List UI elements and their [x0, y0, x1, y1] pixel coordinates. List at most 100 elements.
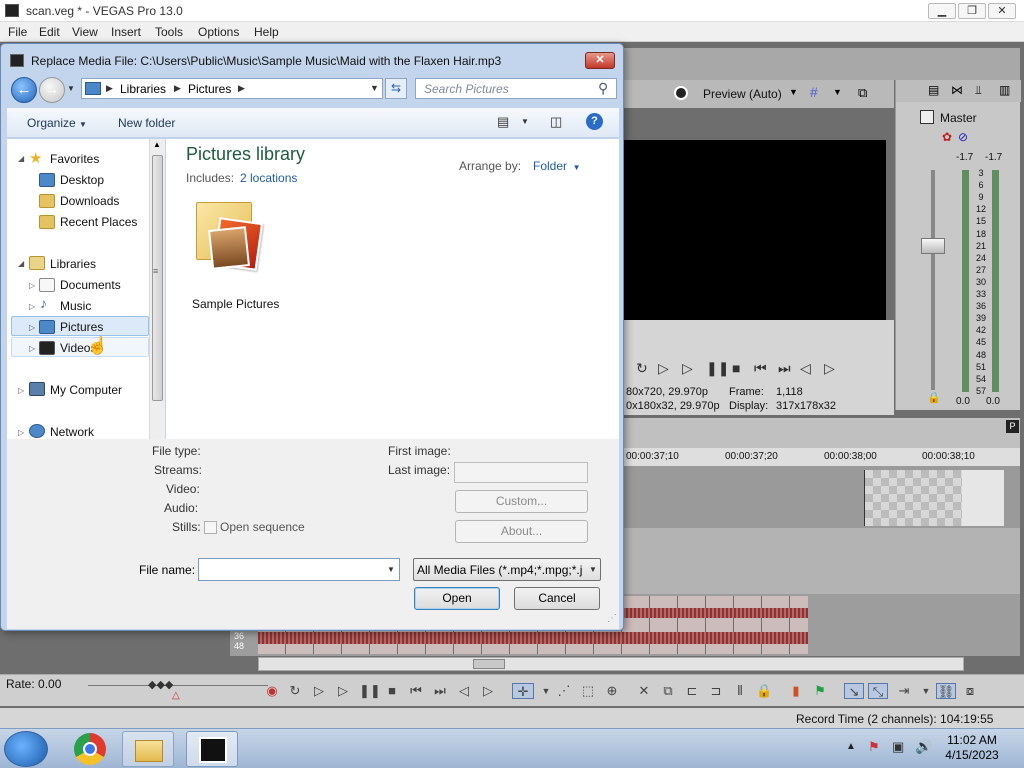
play-from-start-icon[interactable]: ▷ — [311, 683, 327, 699]
scroll-thumb[interactable] — [473, 659, 505, 669]
scroll-up-icon[interactable]: ▲ — [153, 140, 161, 149]
minimize-button[interactable]: ▁ — [928, 3, 956, 19]
snapping-icon[interactable]: ↘ — [844, 683, 864, 699]
breadcrumb-pictures[interactable]: Pictures — [188, 82, 231, 96]
stop-icon[interactable]: ■ — [384, 683, 400, 699]
nav-pictures[interactable]: Pictures — [60, 320, 103, 334]
file-type-filter-dropdown[interactable]: All Media Files (*.mp4;*.mpg;*.j ▼ — [413, 558, 601, 581]
last-image-field[interactable] — [454, 462, 588, 483]
lock-envelopes-icon[interactable]: ⛓ — [936, 683, 956, 699]
nav-my-computer[interactable]: My Computer — [50, 383, 122, 397]
menu-edit[interactable]: Edit — [39, 25, 60, 39]
organize-button[interactable]: Organize ▼ — [27, 116, 87, 130]
prev-frame-icon[interactable]: ⏮ — [754, 360, 767, 377]
auto-ripple-icon[interactable]: ⇥ — [896, 683, 912, 699]
loop-playback-icon[interactable]: ↻ — [287, 683, 303, 699]
address-history-dropdown[interactable]: ▼ — [370, 83, 379, 93]
chevron-down-icon[interactable]: ▼ — [918, 683, 934, 699]
sample-pictures-folder[interactable]: Sample Pictures — [186, 194, 282, 314]
new-folder-button[interactable]: New folder — [118, 116, 175, 130]
back-button[interactable]: ← — [11, 77, 37, 103]
expand-arrow-icon[interactable]: ◢ — [18, 259, 24, 268]
collapsed-arrow-icon[interactable]: ▷ — [18, 386, 24, 395]
mute-icon[interactable]: ⊘ — [958, 130, 968, 144]
play-icon[interactable]: ▷ — [335, 683, 351, 699]
open-button[interactable]: Open — [414, 587, 500, 610]
action-center-icon[interactable]: ⚑ — [868, 739, 880, 755]
refresh-button[interactable]: ⇆ — [385, 78, 407, 99]
go-to-end-icon[interactable]: ⏭ — [432, 683, 448, 699]
trim-end-icon[interactable]: ⊐ — [708, 683, 724, 699]
trim-icon[interactable]: ⧉ — [660, 683, 676, 699]
stop-icon[interactable]: ■ — [732, 360, 740, 376]
collapsed-arrow-icon[interactable]: ▷ — [29, 281, 35, 290]
preview-quality-dropdown[interactable]: Preview (Auto) — [703, 87, 782, 101]
start-button[interactable] — [4, 731, 48, 767]
nav-scrollbar[interactable]: ▲ ≡ — [149, 139, 165, 479]
next-frame-icon[interactable]: ▷ — [480, 683, 496, 699]
menu-file[interactable]: File — [8, 25, 27, 39]
loop-icon[interactable]: ↻ — [636, 360, 648, 377]
fast-forward-icon[interactable]: ▷ — [824, 360, 835, 377]
maximize-button[interactable]: ❐ — [958, 3, 986, 19]
selection-tool-icon[interactable]: ⬚ — [580, 683, 596, 699]
nav-favorites[interactable]: Favorites — [50, 152, 99, 166]
copy-snapshot-icon[interactable]: ⧉ — [858, 85, 867, 101]
resize-grip-icon[interactable]: ⋰ — [607, 613, 617, 624]
vegas-taskbar-icon[interactable] — [186, 731, 238, 767]
play-icon[interactable]: ▷ — [682, 360, 693, 377]
rewind-icon[interactable]: ◁ — [800, 360, 811, 377]
custom-button[interactable]: Custom... — [455, 490, 588, 513]
forward-button[interactable]: → — [39, 77, 65, 103]
change-view-icon[interactable]: ▤ — [497, 114, 509, 130]
pause-icon[interactable]: ❚❚ — [359, 683, 381, 699]
menu-view[interactable]: View — [72, 25, 98, 39]
video-event-clip[interactable] — [864, 470, 962, 526]
mixer-option-icon[interactable]: ▥ — [999, 83, 1010, 97]
chevron-down-icon[interactable]: ▼ — [521, 117, 529, 126]
volume-icon[interactable]: 🔊 — [915, 738, 932, 755]
collapsed-arrow-icon[interactable]: ▷ — [29, 302, 35, 311]
cancel-button[interactable]: Cancel — [514, 587, 600, 610]
arrange-by-dropdown[interactable]: Folder ▼ — [533, 159, 581, 173]
breadcrumb-libraries[interactable]: Libraries — [120, 82, 166, 96]
menu-tools[interactable]: Tools — [155, 25, 183, 39]
about-button[interactable]: About... — [455, 520, 588, 543]
mixer-option-icon[interactable]: ▤ — [928, 83, 939, 97]
menu-help[interactable]: Help — [254, 25, 279, 39]
nav-network[interactable]: Network — [50, 425, 94, 439]
nav-music[interactable]: Music — [60, 299, 91, 313]
marker-icon[interactable]: ▮ — [788, 683, 804, 699]
zoom-tool-icon[interactable]: ⊕ — [604, 683, 620, 699]
normal-edit-tool-icon[interactable]: ✛ — [512, 683, 534, 699]
search-icon[interactable]: ⚲ — [598, 80, 608, 97]
open-sequence-label[interactable]: Open sequence — [220, 520, 305, 534]
preview-pane-icon[interactable]: ◫ — [550, 114, 562, 130]
chrome-icon[interactable] — [64, 731, 116, 767]
next-frame-icon[interactable]: ⏭ — [778, 360, 791, 377]
address-bar[interactable]: ▶ Libraries ▶ Pictures ▶ ▼ — [81, 78, 383, 99]
network-status-icon[interactable]: ▣ — [892, 739, 904, 755]
preview-quality-icon[interactable] — [674, 86, 688, 100]
collapsed-arrow-icon[interactable]: ▷ — [29, 344, 35, 353]
chevron-down-icon[interactable]: ▼ — [387, 565, 395, 574]
chevron-down-icon[interactable]: ▼ — [789, 87, 798, 97]
lock-event-icon[interactable]: 🔒 — [756, 683, 772, 699]
open-sequence-checkbox[interactable] — [204, 521, 217, 534]
nav-downloads[interactable]: Downloads — [60, 194, 119, 208]
expand-arrow-icon[interactable]: ◢ — [18, 154, 24, 163]
go-to-start-icon[interactable]: ⏮ — [408, 683, 424, 699]
mixer-option-icon[interactable]: ⋈ — [951, 83, 963, 97]
includes-locations-link[interactable]: 2 locations — [240, 171, 297, 185]
file-explorer-icon[interactable] — [122, 731, 174, 767]
auto-crossfade-icon[interactable]: ⤡ — [868, 683, 888, 699]
horizontal-scrollbar[interactable] — [258, 657, 964, 671]
recent-locations-icon[interactable]: ▼ — [67, 84, 75, 93]
rate-slider-handle[interactable]: ◆◆◆ — [148, 678, 173, 691]
show-hidden-icons[interactable]: ▲ — [846, 741, 856, 752]
collapsed-arrow-icon[interactable]: ▷ — [29, 323, 35, 332]
help-icon[interactable]: ? — [586, 113, 603, 130]
chevron-down-icon[interactable]: ▼ — [833, 87, 842, 97]
search-input[interactable]: Search Pictures ⚲ — [415, 78, 617, 99]
dialog-close-button[interactable]: ✕ — [585, 52, 615, 69]
